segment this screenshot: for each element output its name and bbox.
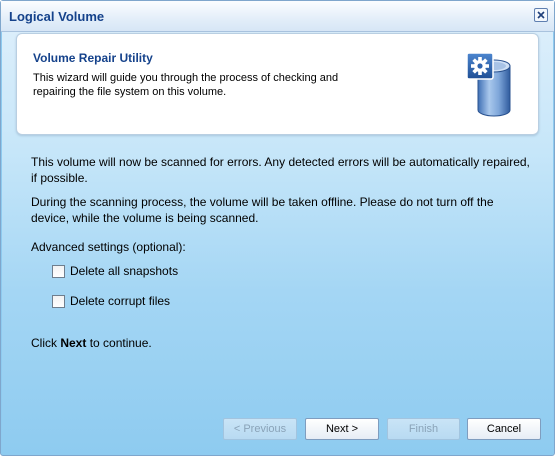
title-bar[interactable]: Logical Volume [1,1,554,32]
delete-corrupt-files-checkbox[interactable] [52,295,65,308]
finish-button[interactable]: Finish [387,418,460,440]
delete-snapshots-checkbox[interactable] [52,265,65,278]
advanced-settings-label: Advanced settings (optional): [31,240,186,254]
continue-suffix: to continue. [86,336,152,350]
volume-gear-icon [466,52,511,117]
cancel-button[interactable]: Cancel [467,418,541,440]
scan-info-text: This volume will now be scanned for erro… [31,155,530,185]
dialog-content: Volume Repair Utility This wizard will g… [2,32,553,454]
continue-prefix: Click [31,336,61,350]
close-icon [537,11,545,19]
logical-volume-dialog: Logical Volume Volume Repair Utility Thi… [0,0,555,456]
window-title: Logical Volume [9,9,105,24]
continue-instruction: Click Next to continue. [31,335,152,351]
next-button[interactable]: Next > [305,418,379,440]
close-button[interactable] [534,8,548,22]
offline-warning-text: During the scanning process, the volume … [31,195,494,225]
previous-button[interactable]: < Previous [223,418,297,440]
wizard-description: This wizard will guide you through the p… [33,72,339,98]
wizard-title: Volume Repair Utility [33,51,153,65]
continue-bold: Next [60,336,87,350]
delete-snapshots-label[interactable]: Delete all snapshots [70,264,178,278]
delete-corrupt-files-label[interactable]: Delete corrupt files [70,294,170,308]
wizard-header: Volume Repair Utility This wizard will g… [16,33,539,135]
